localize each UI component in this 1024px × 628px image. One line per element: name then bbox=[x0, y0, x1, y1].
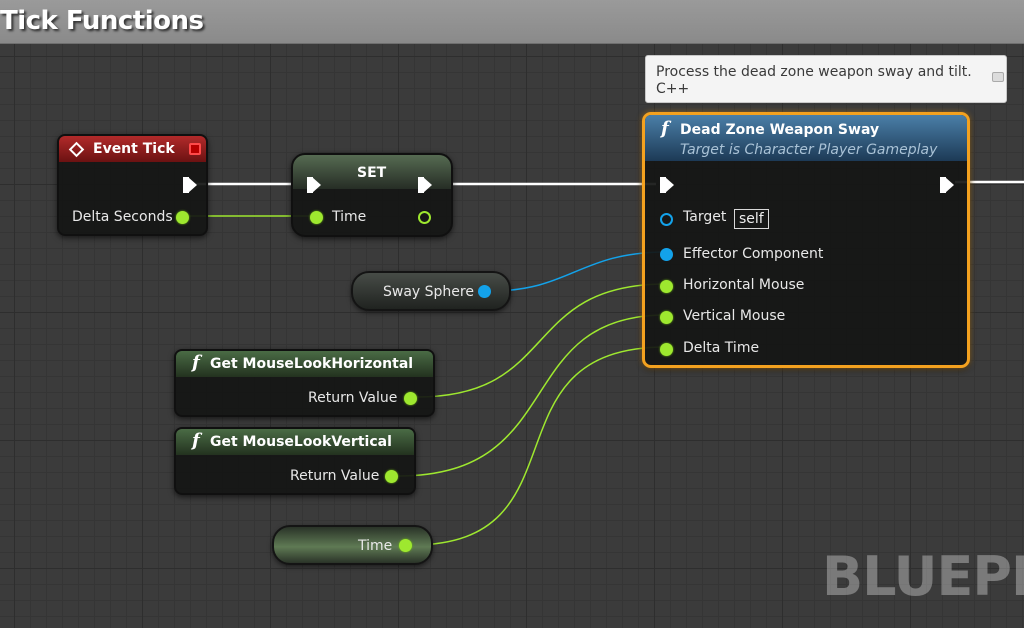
dead-zone-exec-in-pin[interactable] bbox=[660, 177, 674, 193]
tooltip-source: C++ bbox=[656, 81, 690, 97]
pin-label-time: Time bbox=[332, 209, 367, 225]
tooltip-description: Process the dead zone weapon sway and ti… bbox=[656, 64, 972, 80]
set-node-title: SET bbox=[357, 165, 387, 181]
wire-vertical-to-vertical-mouse bbox=[397, 314, 667, 477]
comment-box-header[interactable]: Tick Functions bbox=[0, 0, 1024, 44]
event-diamond-icon bbox=[68, 141, 85, 158]
sway-sphere-variable-node[interactable]: Sway Sphere bbox=[351, 271, 511, 311]
pin-label-delta-seconds: Delta Seconds bbox=[72, 209, 173, 225]
effector-component-pin[interactable] bbox=[660, 248, 673, 261]
node-tooltip: Process the dead zone weapon sway and ti… bbox=[645, 55, 1007, 103]
vertical-mouse-pin[interactable] bbox=[660, 311, 673, 324]
dead-zone-weapon-sway-node[interactable]: f Dead Zone Weapon Sway Target is Charac… bbox=[642, 112, 970, 368]
dead-zone-exec-out-pin[interactable] bbox=[940, 177, 954, 193]
horizontal-return-pin[interactable] bbox=[404, 392, 417, 405]
dead-zone-title: Dead Zone Weapon Sway bbox=[680, 122, 880, 138]
blueprint-watermark: BLUEPR bbox=[822, 545, 1024, 608]
pin-label-return-value: Return Value bbox=[308, 390, 398, 406]
pin-label-effector-component: Effector Component bbox=[683, 246, 824, 262]
get-horizontal-title: Get MouseLookHorizontal bbox=[210, 356, 414, 372]
pin-label-target: Target bbox=[683, 209, 727, 225]
get-horizontal-header: f Get MouseLookHorizontal bbox=[176, 351, 433, 377]
vertical-return-pin[interactable] bbox=[385, 470, 398, 483]
set-time-in-pin[interactable] bbox=[310, 211, 323, 224]
exec-out-pin[interactable] bbox=[183, 177, 197, 193]
pin-label-return-value: Return Value bbox=[290, 468, 380, 484]
target-pin[interactable] bbox=[660, 213, 673, 226]
comment-title: Tick Functions bbox=[0, 6, 204, 36]
get-mouselook-vertical-node[interactable]: f Get MouseLookVertical Return Value bbox=[174, 427, 416, 495]
sway-sphere-out-pin[interactable] bbox=[478, 285, 491, 298]
stop-icon bbox=[189, 143, 201, 155]
set-exec-in-pin[interactable] bbox=[307, 177, 321, 193]
event-tick-node[interactable]: Event Tick Delta Seconds bbox=[57, 134, 208, 236]
function-icon: f bbox=[661, 118, 669, 139]
pin-label-delta-time: Delta Time bbox=[683, 340, 760, 356]
function-icon: f bbox=[192, 430, 200, 451]
time-variable-label: Time bbox=[358, 538, 393, 554]
get-vertical-title: Get MouseLookVertical bbox=[210, 434, 392, 450]
wire-time-to-delta-time bbox=[411, 346, 667, 546]
delta-time-pin[interactable] bbox=[660, 343, 673, 356]
get-mouselook-horizontal-node[interactable]: f Get MouseLookHorizontal Return Value bbox=[174, 349, 435, 417]
delta-seconds-pin[interactable] bbox=[176, 211, 189, 224]
function-icon: f bbox=[192, 352, 200, 373]
target-default-value[interactable]: self bbox=[734, 209, 769, 229]
dead-zone-header: f Dead Zone Weapon Sway Target is Charac… bbox=[645, 115, 967, 161]
wire-sway-sphere-to-effector bbox=[490, 251, 667, 292]
time-out-pin[interactable] bbox=[399, 539, 412, 552]
sway-sphere-label: Sway Sphere bbox=[383, 284, 474, 300]
get-vertical-header: f Get MouseLookVertical bbox=[176, 429, 414, 455]
set-time-node[interactable]: SET Time bbox=[291, 153, 453, 237]
set-exec-out-pin[interactable] bbox=[418, 177, 432, 193]
set-time-out-pin[interactable] bbox=[418, 211, 431, 224]
horizontal-mouse-pin[interactable] bbox=[660, 280, 673, 293]
pin-label-vertical-mouse: Vertical Mouse bbox=[683, 308, 786, 324]
dead-zone-subtitle: Target is Character Player Gameplay bbox=[680, 142, 938, 158]
pin-label-horizontal-mouse: Horizontal Mouse bbox=[683, 277, 805, 293]
tooltip-scroll-marker bbox=[992, 72, 1004, 82]
event-tick-header: Event Tick bbox=[59, 136, 206, 162]
event-tick-title: Event Tick bbox=[93, 141, 175, 157]
time-variable-node[interactable]: Time bbox=[272, 525, 433, 565]
